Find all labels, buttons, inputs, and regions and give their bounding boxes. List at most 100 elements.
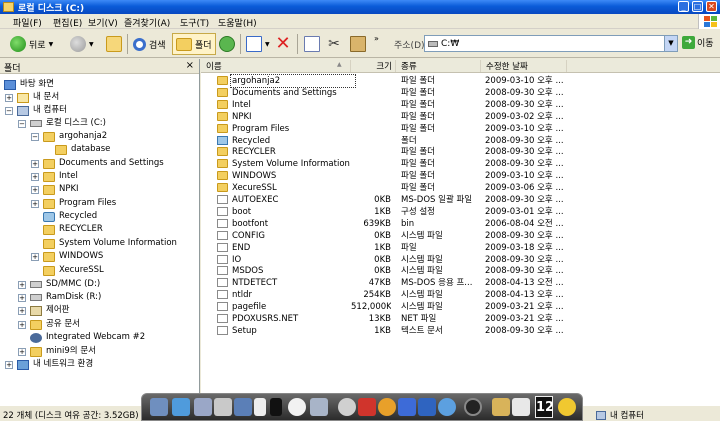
tree-item-control-panel[interactable]: + 제어판 [18,304,69,317]
file-row[interactable]: Setup 1KB 텍스트 문서 2008-09-30 오후 ... [201,325,720,337]
app-icon[interactable] [418,398,436,416]
tree-item-windows[interactable]: + WINDOWS [31,250,103,263]
tree-item-recycler[interactable]: RECYCLER [31,223,103,236]
file-row[interactable]: Recycled 폴더 2008-09-30 오후 ... [201,135,720,147]
tree-item-system-volume-information[interactable]: System Volume Information [31,237,177,250]
delete-button[interactable]: ✕ [275,33,291,55]
go-button[interactable]: ➜ 이동 [682,36,714,49]
tree-item-program-files[interactable]: + Program Files [31,197,116,210]
column-header-name[interactable]: 이름 [201,60,351,72]
forward-button[interactable]: ▼ [70,33,94,55]
app-icon[interactable] [558,398,576,416]
app-icon[interactable] [398,398,416,416]
collapse-icon[interactable]: − [18,119,26,128]
app-icon[interactable] [150,398,168,416]
tree-item-documents-and-settings[interactable]: + Documents and Settings [31,157,164,170]
collapse-icon[interactable]: − [31,132,39,141]
close-pane-icon[interactable]: × [186,60,194,71]
file-row[interactable]: Documents and Settings 파일 폴더 2008-09-30 오후… [201,87,720,99]
menu-help[interactable]: 도움말(H) [218,16,257,29]
expand-icon[interactable]: + [18,293,26,302]
tree-item-shared-documents[interactable]: + 공유 문서 [18,318,80,331]
app-icon[interactable] [438,398,456,416]
up-folder-button[interactable] [106,33,122,55]
tree-item-intel[interactable]: + Intel [31,170,78,183]
tree-item-xecuressl[interactable]: XecureSSL [31,264,104,277]
file-row[interactable]: RECYCLER 파일 폴더 2008-09-30 오후 ... [201,146,720,158]
camera-icon[interactable] [464,398,482,416]
expand-icon[interactable]: + [5,360,13,369]
file-row[interactable]: Intel 파일 폴더 2008-09-30 오후 ... [201,99,720,111]
back-button[interactable]: 뒤로 ▼ [10,33,53,55]
file-row[interactable]: PDOXUSRS.NET 13KB NET 파일 2009-03-21 오후 ... [201,313,720,325]
tree-item-database[interactable]: database [55,143,110,156]
tree-item-ramdisk-r[interactable]: + RamDisk (R:) [18,291,101,304]
search-button[interactable]: 검색 [133,33,166,55]
file-row[interactable]: Program Files 파일 폴더 2009-03-10 오후 ... [201,123,720,135]
tree-item-sd-mmc-d[interactable]: + SD/MMC (D:) [18,278,100,291]
expand-icon[interactable]: + [31,172,39,181]
app-icon[interactable] [234,398,252,416]
tree-item-network-places[interactable]: + 내 네트워크 환경 [5,358,93,371]
file-row[interactable]: IO 0KB 시스템 파일 2008-09-30 오후 ... [201,254,720,266]
file-row[interactable]: bootfont 639KB bin 2006-08-04 오전 ... [201,218,720,230]
expand-icon[interactable]: + [5,93,13,102]
app-icon[interactable] [358,398,376,416]
menu-favorites[interactable]: 즐겨찾기(A) [124,16,170,29]
app-icon[interactable] [492,398,510,416]
tree-item-desktop[interactable]: 바탕 화면 [4,78,54,91]
tree-item-integrated-webcam[interactable]: Integrated Webcam #2 [18,331,145,344]
expand-icon[interactable]: + [18,347,26,356]
tree-item-argohanja2[interactable]: − argohanja2 [31,130,107,143]
app-icon[interactable] [338,398,356,416]
file-row[interactable]: XecureSSL 파일 폴더 2009-03-06 오후 ... [201,182,720,194]
expand-icon[interactable]: + [18,306,26,315]
file-row[interactable]: CONFIG 0KB 시스템 파일 2008-09-30 오후 ... [201,230,720,242]
clock-icon[interactable] [288,398,306,416]
close-button[interactable]: ✕ [706,1,717,12]
app-icon[interactable] [194,398,212,416]
more-chevron-icon[interactable]: » [374,34,379,43]
file-row[interactable]: pagefile 512,000KB 시스템 파일 2009-03-21 오후 ... [201,301,720,313]
copy-button[interactable] [304,33,320,55]
column-header-date[interactable]: 수정한 날짜 [481,60,567,72]
tree-item-recycled[interactable]: Recycled [31,210,97,223]
column-header-size[interactable]: 크기 [351,60,396,72]
maximize-button[interactable]: □ [692,1,703,12]
tree-item-npki[interactable]: + NPKI [31,183,79,196]
file-row[interactable]: argohanja2 파일 폴더 2009-03-10 오후 ... [201,74,720,88]
sync-button[interactable] [219,33,235,55]
expand-icon[interactable]: + [18,280,26,289]
file-row[interactable]: AUTOEXEC 0KB MS-DOS 일괄 파일 2008-09-30 오후 ... [201,194,720,206]
address-dropdown-button[interactable]: ▼ [664,36,677,51]
file-row[interactable]: MSDOS 0KB 시스템 파일 2008-09-30 오후 ... [201,265,720,277]
paste-button[interactable] [350,33,366,55]
tree-item-my-documents[interactable]: + 내 문서 [5,91,59,104]
tree-item-mini9-documents[interactable]: + mini9의 문서 [18,345,96,358]
menu-view[interactable]: 보기(V) [88,16,118,29]
file-row[interactable]: NPKI 파일 폴더 2009-03-02 오후 ... [201,111,720,123]
app-icon[interactable] [310,398,328,416]
expand-icon[interactable]: + [31,185,39,194]
app-icon[interactable] [512,398,530,416]
calendar-icon[interactable]: 12 [535,396,554,418]
menu-file[interactable]: 파일(F) [13,16,42,29]
file-row[interactable]: WINDOWS 파일 폴더 2009-03-10 오후 ... [201,170,720,182]
address-field[interactable]: C:₩ ▼ [424,35,678,52]
tree-item-my-computer[interactable]: − 내 컴퓨터 [5,104,67,117]
menu-tools[interactable]: 도구(T) [180,16,209,29]
minimize-button[interactable]: _ [678,1,689,12]
column-header-type[interactable]: 종류 [396,60,481,72]
menu-edit[interactable]: 편집(E) [53,16,82,29]
cut-button[interactable]: ✂ [326,33,342,55]
app-icon[interactable] [214,398,232,416]
collapse-icon[interactable]: − [5,106,13,115]
views-button[interactable]: ▼ [246,33,270,55]
app-icon[interactable] [378,398,396,416]
app-icon[interactable] [172,398,190,416]
file-row[interactable]: NTDETECT 47KB MS-DOS 응용 프... 2008-04-13 오전 … [201,277,720,289]
file-row[interactable]: END 1KB 파일 2009-03-18 오후 ... [201,242,720,254]
expand-icon[interactable]: + [31,199,39,208]
expand-icon[interactable]: + [18,320,26,329]
expand-icon[interactable]: + [31,159,39,168]
